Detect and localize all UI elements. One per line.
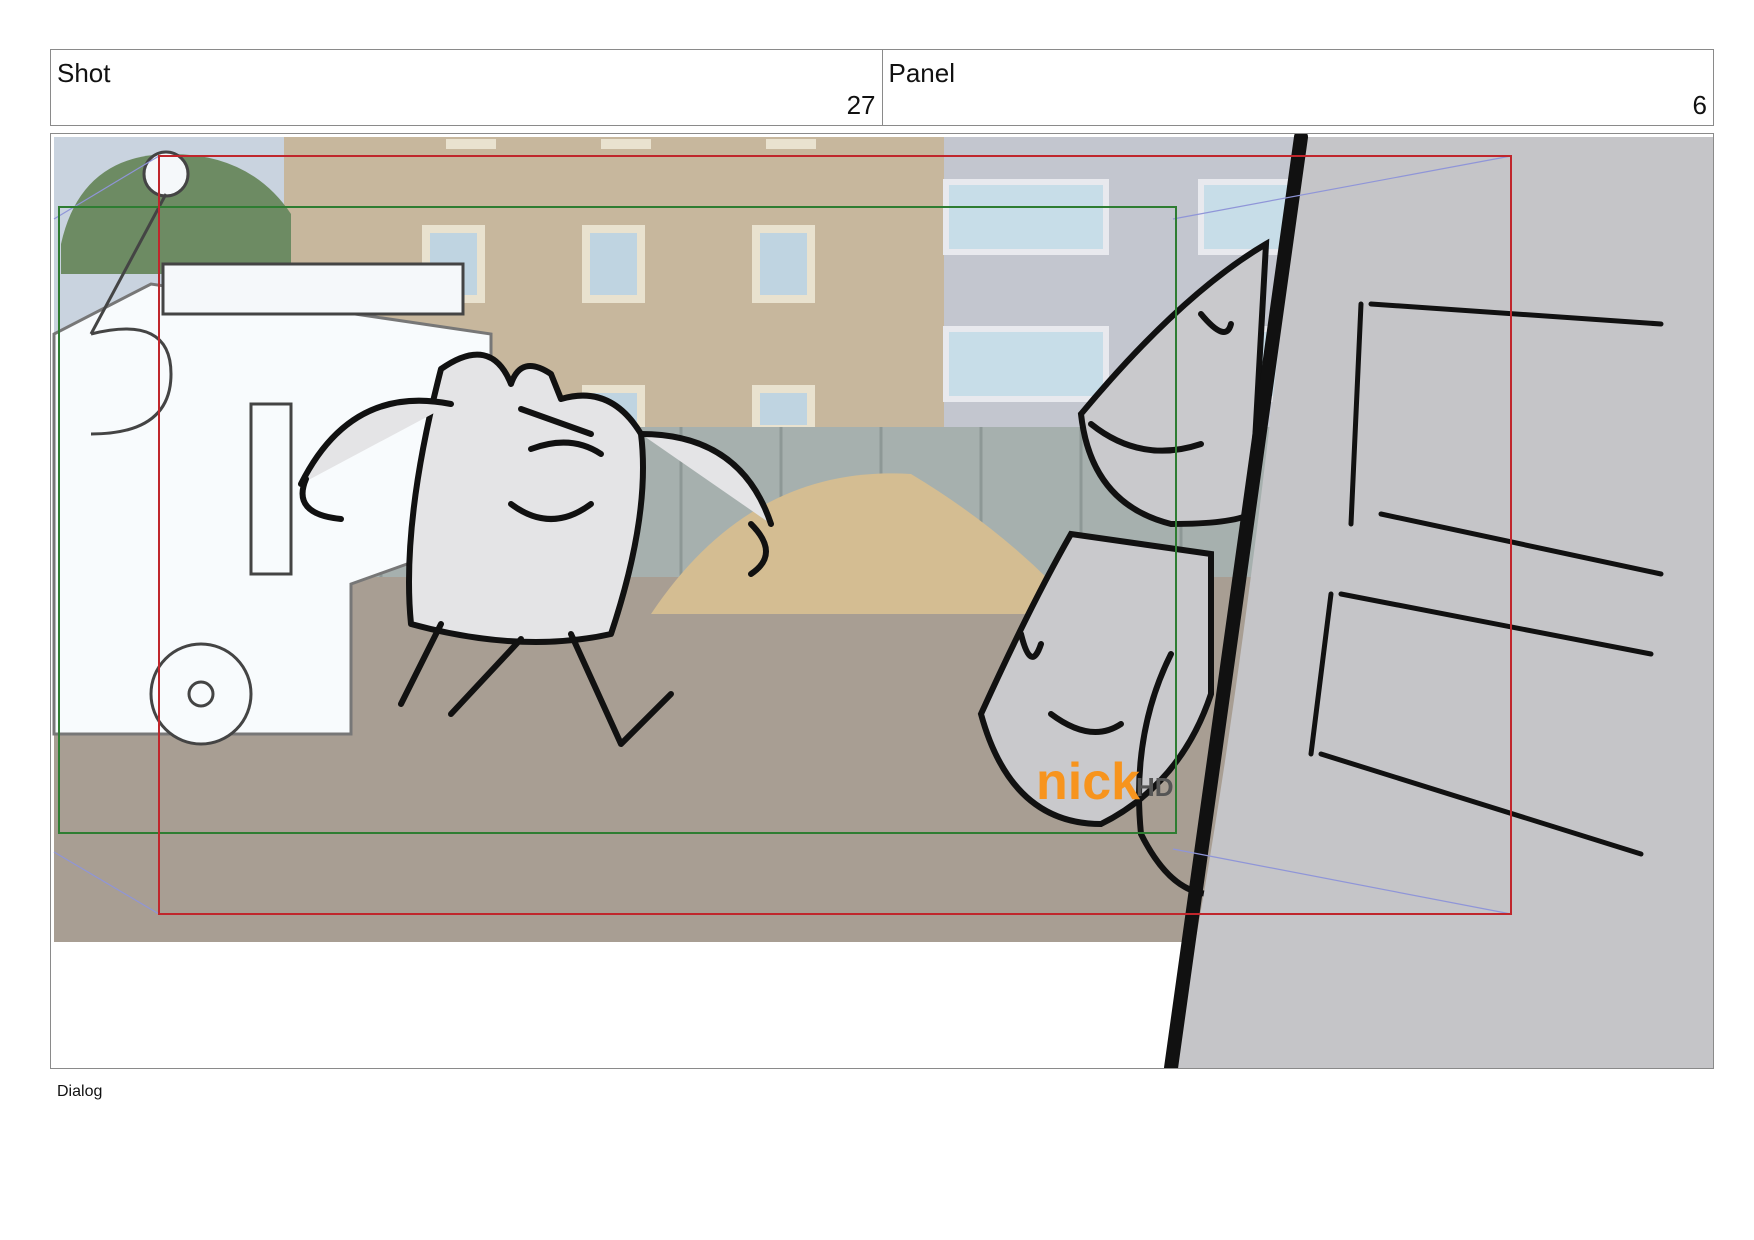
shot-number: 27 (846, 90, 876, 120)
panel-number: 6 (1692, 90, 1707, 120)
watermark-logo: nick (1036, 753, 1140, 811)
shot-cell: Shot 27 (51, 50, 882, 125)
watermark-badge: HD (1136, 772, 1174, 802)
shot-panel-header: Shot 27 Panel 6 (50, 49, 1714, 126)
dialog-label: Dialog (57, 1083, 103, 1100)
panel-label: Panel (888, 58, 956, 88)
storyboard-panel: nick HD (50, 133, 1714, 1069)
shot-label: Shot (57, 58, 111, 88)
panel-cell: Panel 6 (881, 50, 1714, 125)
storyboard-drawing: nick HD (52, 134, 1713, 1068)
